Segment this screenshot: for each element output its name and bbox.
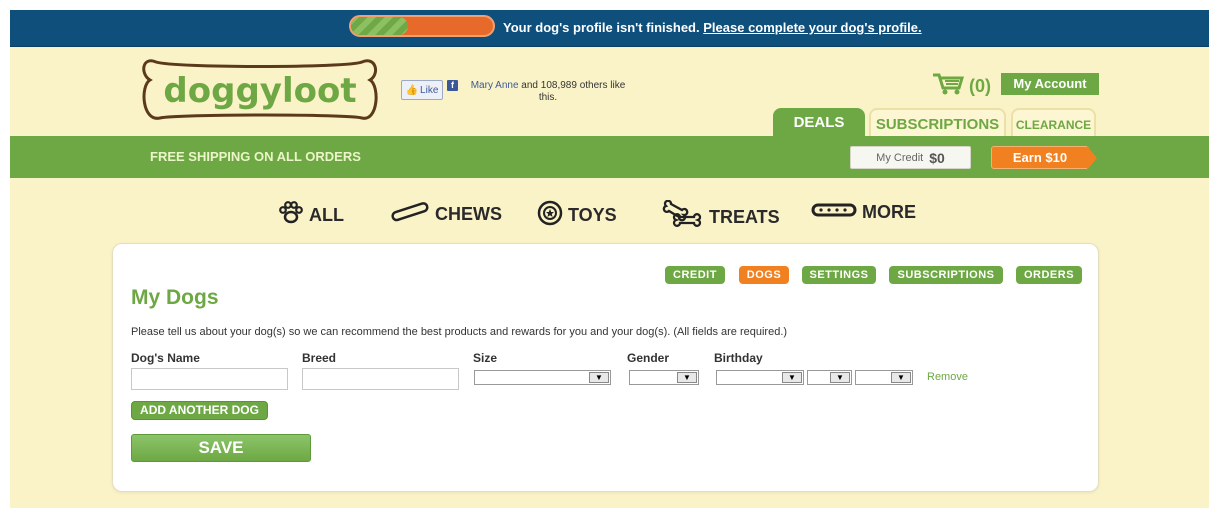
page-title: My Dogs	[131, 286, 219, 309]
chevron-down-icon: ▼	[891, 372, 911, 383]
facebook-icon: f	[447, 80, 458, 91]
like-button-label: Like	[420, 84, 439, 96]
category-toys[interactable]: TOYS	[537, 200, 617, 231]
like-friend-name[interactable]: Mary Anne	[471, 80, 519, 91]
my-dogs-card: CREDIT DOGS SETTINGS SUBSCRIPTIONS ORDER…	[112, 243, 1099, 492]
birthday-day-select[interactable]: ▼	[807, 370, 852, 385]
notice-message: Your dog's profile isn't finished.	[503, 20, 700, 35]
promo-bar: FREE SHIPPING ON ALL ORDERS My Credit $0…	[10, 136, 1209, 178]
account-nav-dogs[interactable]: DOGS	[739, 266, 789, 284]
dog-name-input[interactable]	[131, 368, 288, 390]
free-shipping-text: FREE SHIPPING ON ALL ORDERS	[150, 149, 361, 164]
cart-link[interactable]: (0)	[931, 72, 991, 101]
category-more[interactable]: MORE	[811, 200, 916, 225]
profile-progress-bar	[349, 15, 495, 37]
tab-clearance[interactable]: CLEARANCE	[1011, 108, 1096, 136]
size-select[interactable]: ▼	[474, 370, 611, 385]
profile-notice-bar: Your dog's profile isn't finished. Pleas…	[10, 10, 1209, 47]
category-more-label: MORE	[862, 202, 916, 222]
gender-select[interactable]: ▼	[629, 370, 699, 385]
remove-dog-link[interactable]: Remove	[927, 371, 968, 383]
account-nav-credit[interactable]: CREDIT	[665, 266, 725, 284]
birthday-month-select[interactable]: ▼	[716, 370, 804, 385]
credit-amount: $0	[929, 149, 945, 166]
add-another-dog-button[interactable]: ADD ANOTHER DOG	[131, 401, 268, 420]
category-treats[interactable]: TREATS	[660, 199, 780, 235]
thumbs-up-icon: 👍	[405, 84, 419, 96]
tab-subscriptions[interactable]: SUBSCRIPTIONS	[869, 108, 1006, 136]
chevron-down-icon: ▼	[589, 372, 609, 383]
breed-label: Breed	[302, 351, 337, 365]
my-credit-box[interactable]: My Credit $0	[850, 146, 971, 169]
profile-progress-fill	[351, 17, 408, 35]
category-toys-label: TOYS	[568, 205, 617, 225]
collar-icon	[811, 200, 857, 225]
chevron-down-icon: ▼	[830, 372, 850, 383]
account-nav-subscriptions[interactable]: SUBSCRIPTIONS	[889, 266, 1003, 284]
rawhide-stick-icon	[388, 200, 430, 229]
category-all[interactable]: ALL	[278, 200, 344, 231]
dog-name-label: Dog's Name	[131, 351, 200, 365]
intro-text: Please tell us about your dog(s) so we c…	[131, 326, 788, 338]
logo-wordmark: doggyloot	[163, 71, 356, 111]
bone-treats-icon	[660, 199, 704, 235]
birthday-label: Birthday	[714, 351, 763, 365]
category-treats-label: TREATS	[709, 207, 780, 227]
category-chews-label: CHEWS	[435, 204, 502, 224]
chevron-down-icon: ▼	[782, 372, 802, 383]
earn-button-arrow	[1087, 146, 1097, 170]
complete-profile-link[interactable]: Please complete your dog's profile.	[703, 20, 921, 35]
category-chews[interactable]: CHEWS	[388, 200, 502, 229]
notice-text: Your dog's profile isn't finished. Pleas…	[503, 20, 922, 35]
account-nav-orders[interactable]: ORDERS	[1016, 266, 1082, 284]
tab-deals[interactable]: DEALS	[773, 108, 865, 136]
credit-label: My Credit	[876, 151, 924, 164]
page-frame: Your dog's profile isn't finished. Pleas…	[10, 10, 1209, 508]
ball-icon	[537, 200, 563, 231]
category-all-label: ALL	[309, 205, 344, 225]
size-label: Size	[473, 351, 498, 365]
shopping-cart-icon	[931, 72, 965, 101]
account-nav-settings[interactable]: SETTINGS	[802, 266, 876, 284]
facebook-like-button[interactable]: 👍 Like	[401, 80, 443, 100]
doggyloot-logo[interactable]: doggyloot	[138, 52, 382, 128]
birthday-year-select[interactable]: ▼	[855, 370, 913, 385]
cart-count: (0)	[969, 76, 991, 96]
save-button[interactable]: SAVE	[131, 434, 311, 462]
like-count-rest: and 108,989 others like this.	[518, 80, 626, 103]
paw-icon	[278, 200, 304, 231]
chevron-down-icon: ▼	[677, 372, 697, 383]
my-account-button[interactable]: My Account	[1001, 73, 1099, 95]
like-count-text: Mary Anne and 108,989 others like this.	[463, 80, 633, 104]
breed-input[interactable]	[302, 368, 459, 390]
gender-label: Gender	[627, 351, 670, 365]
earn-credit-button[interactable]: Earn $10	[991, 146, 1089, 169]
